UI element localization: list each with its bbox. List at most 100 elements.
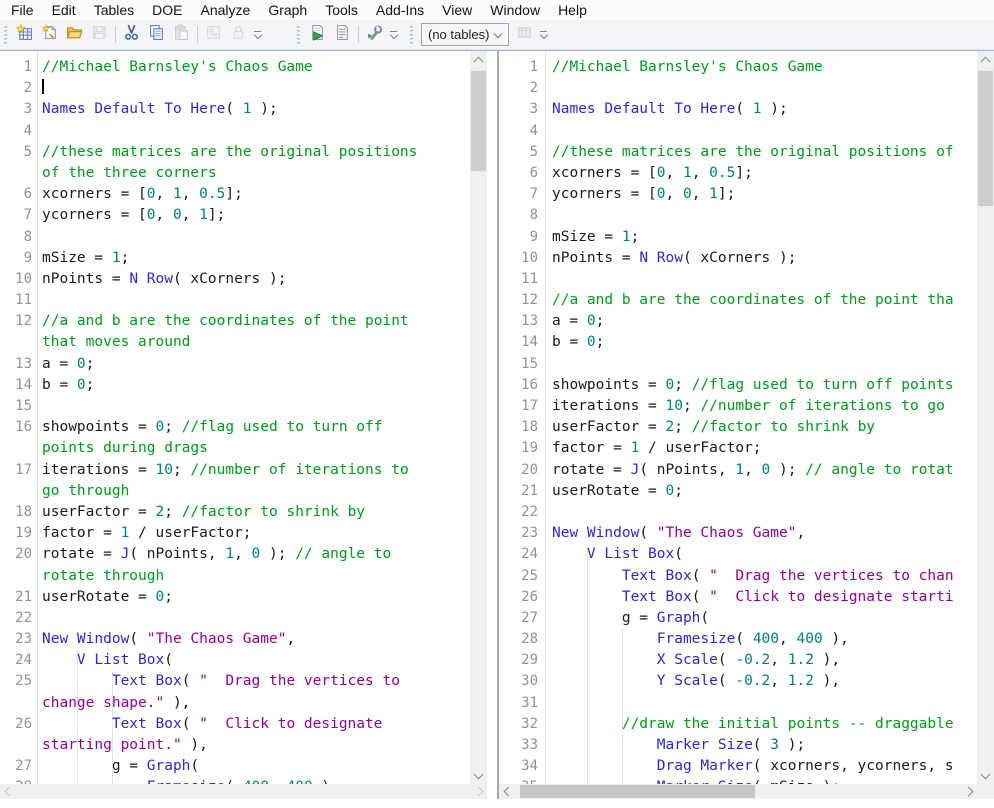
code-row: 29 X Scale( -0.2, 1.2 ), <box>499 650 977 671</box>
line-number: 16 <box>499 375 538 396</box>
copy-button[interactable] <box>144 23 169 47</box>
line-number: 19 <box>499 438 538 459</box>
line-number: 14 <box>499 332 538 353</box>
line-number: 24 <box>499 544 538 565</box>
code-text: g = Graph( <box>42 756 199 777</box>
data-table-window-button <box>512 23 537 47</box>
menu-item-edit[interactable]: Edit <box>43 1 85 19</box>
scroll-down-arrow[interactable] <box>470 767 487 784</box>
line-number: 17 <box>499 396 538 417</box>
code-text: change shape." ), <box>42 693 190 714</box>
code-text: rotate = J( nPoints, 1, 0 ); // angle to… <box>552 460 954 481</box>
new-script-button[interactable] <box>37 23 62 47</box>
code-editor-left-pane[interactable]: 1//Michael Barnsley's Chaos Game23Names … <box>0 51 497 799</box>
menu-item-help[interactable]: Help <box>549 1 596 19</box>
scroll-up-arrow[interactable] <box>470 51 487 68</box>
code-row: 17iterations = 10; //number of iteration… <box>499 396 977 417</box>
code-row: 9mSize = 1; <box>0 248 470 269</box>
line-number: 4 <box>0 121 32 142</box>
menu-item-tables[interactable]: Tables <box>85 1 143 19</box>
run-script-icon <box>309 24 326 46</box>
jmp-script-editor-window: FileEditTablesDOEAnalyzeGraphToolsAdd-In… <box>0 0 994 808</box>
line-number: 28 <box>0 777 32 784</box>
menu-item-window[interactable]: Window <box>481 1 549 19</box>
debug-script-button[interactable] <box>362 23 387 47</box>
lock-button <box>226 23 251 47</box>
code-text: xcorners = [0, 1, 0.5]; <box>552 163 753 184</box>
code-row: 27 g = Graph( <box>0 756 470 777</box>
cut-button[interactable] <box>119 23 144 47</box>
menu-item-doe[interactable]: DOE <box>143 1 191 19</box>
text-cursor <box>42 79 44 94</box>
right-horizontal-scrollbar[interactable] <box>499 784 977 799</box>
code-row: 13a = 0; <box>0 354 470 375</box>
line-number: 29 <box>499 650 538 671</box>
scroll-right-arrow[interactable] <box>962 784 977 799</box>
toolbar-overflow-button[interactable] <box>387 24 400 46</box>
scroll-left-arrow[interactable] <box>0 784 15 799</box>
properties-button <box>201 23 226 47</box>
toolbar-grip[interactable] <box>297 26 300 44</box>
scroll-up-arrow[interactable] <box>977 51 994 68</box>
open-file-button[interactable] <box>62 23 87 47</box>
line-number: 33 <box>499 735 538 756</box>
new-data-table-button[interactable] <box>12 23 37 47</box>
line-number: 9 <box>499 227 538 248</box>
code-text: userFactor = 2; //factor to shrink by <box>552 417 875 438</box>
scroll-thumb[interactable] <box>978 71 993 206</box>
chevron-up-icon <box>474 56 484 66</box>
code-text: //Michael Barnsley's Chaos Game <box>42 57 313 78</box>
scroll-down-arrow[interactable] <box>977 767 994 784</box>
code-text: Framesize( 400, 400 ) <box>42 777 330 784</box>
run-script-button[interactable] <box>305 23 330 47</box>
code-text: Text Box( " Drag the vertices to <box>42 671 400 692</box>
code-row: 27 g = Graph( <box>499 608 977 629</box>
toolbar-grip[interactable] <box>4 26 7 44</box>
menu-item-tools[interactable]: Tools <box>316 1 367 19</box>
code-text: xcorners = [0, 1, 0.5]; <box>42 184 243 205</box>
left-horizontal-scrollbar[interactable] <box>0 784 487 799</box>
code-text <box>42 78 44 99</box>
code-text: Names Default To Here( 1 ); <box>42 99 278 120</box>
line-number: 22 <box>0 608 32 629</box>
menu-item-view[interactable]: View <box>433 1 481 19</box>
code-row: 19factor = 1 / userFactor; <box>0 523 470 544</box>
code-area-left[interactable]: 1//Michael Barnsley's Chaos Game23Names … <box>0 51 470 784</box>
menu-item-graph[interactable]: Graph <box>259 1 316 19</box>
right-vertical-scrollbar[interactable] <box>977 51 994 784</box>
line-number: 21 <box>0 587 32 608</box>
code-row: 3Names Default To Here( 1 ); <box>0 99 470 120</box>
menu-item-addins[interactable]: Add-Ins <box>367 1 433 19</box>
menu-item-analyze[interactable]: Analyze <box>192 1 260 19</box>
line-number: 28 <box>499 629 538 650</box>
menu-item-file[interactable]: File <box>2 1 43 19</box>
code-text: nPoints = N Row( xCorners ); <box>552 248 796 269</box>
scroll-thumb[interactable] <box>520 785 755 798</box>
code-row: 2 <box>499 78 977 99</box>
chevron-down-icon <box>389 31 397 39</box>
toolbar-grip[interactable] <box>410 26 413 44</box>
code-text: ycorners = [0, 0, 1]; <box>552 184 735 205</box>
code-editor-right-pane[interactable]: 1//Michael Barnsley's Chaos Game23Names … <box>499 51 994 799</box>
code-row: 24 V List Box( <box>0 650 470 671</box>
code-row: 1//Michael Barnsley's Chaos Game <box>0 57 470 78</box>
toolbar-overflow-button[interactable] <box>251 24 264 46</box>
toolbar-overflow-button[interactable] <box>537 24 550 46</box>
code-row: 26 Text Box( " Click to designate <box>0 714 470 735</box>
line-number: 5 <box>499 142 538 163</box>
scroll-left-arrow[interactable] <box>499 784 514 799</box>
scroll-right-arrow[interactable] <box>472 784 487 799</box>
scroll-thumb[interactable] <box>471 71 486 171</box>
line-number: 25 <box>499 566 538 587</box>
line-number: 15 <box>0 396 32 417</box>
line-number: 18 <box>499 417 538 438</box>
line-number: 20 <box>0 544 32 565</box>
code-area-right[interactable]: 1//Michael Barnsley's Chaos Game23Names … <box>499 51 977 784</box>
script-window-button[interactable] <box>330 23 355 47</box>
left-vertical-scrollbar[interactable] <box>470 51 487 784</box>
tables-dropdown[interactable]: (no tables) <box>421 23 509 46</box>
chevron-down-icon <box>253 31 261 39</box>
code-text: Text Box( " Click to designate <box>42 714 382 735</box>
code-text: factor = 1 / userFactor; <box>42 523 252 544</box>
indent-guide <box>112 672 113 794</box>
